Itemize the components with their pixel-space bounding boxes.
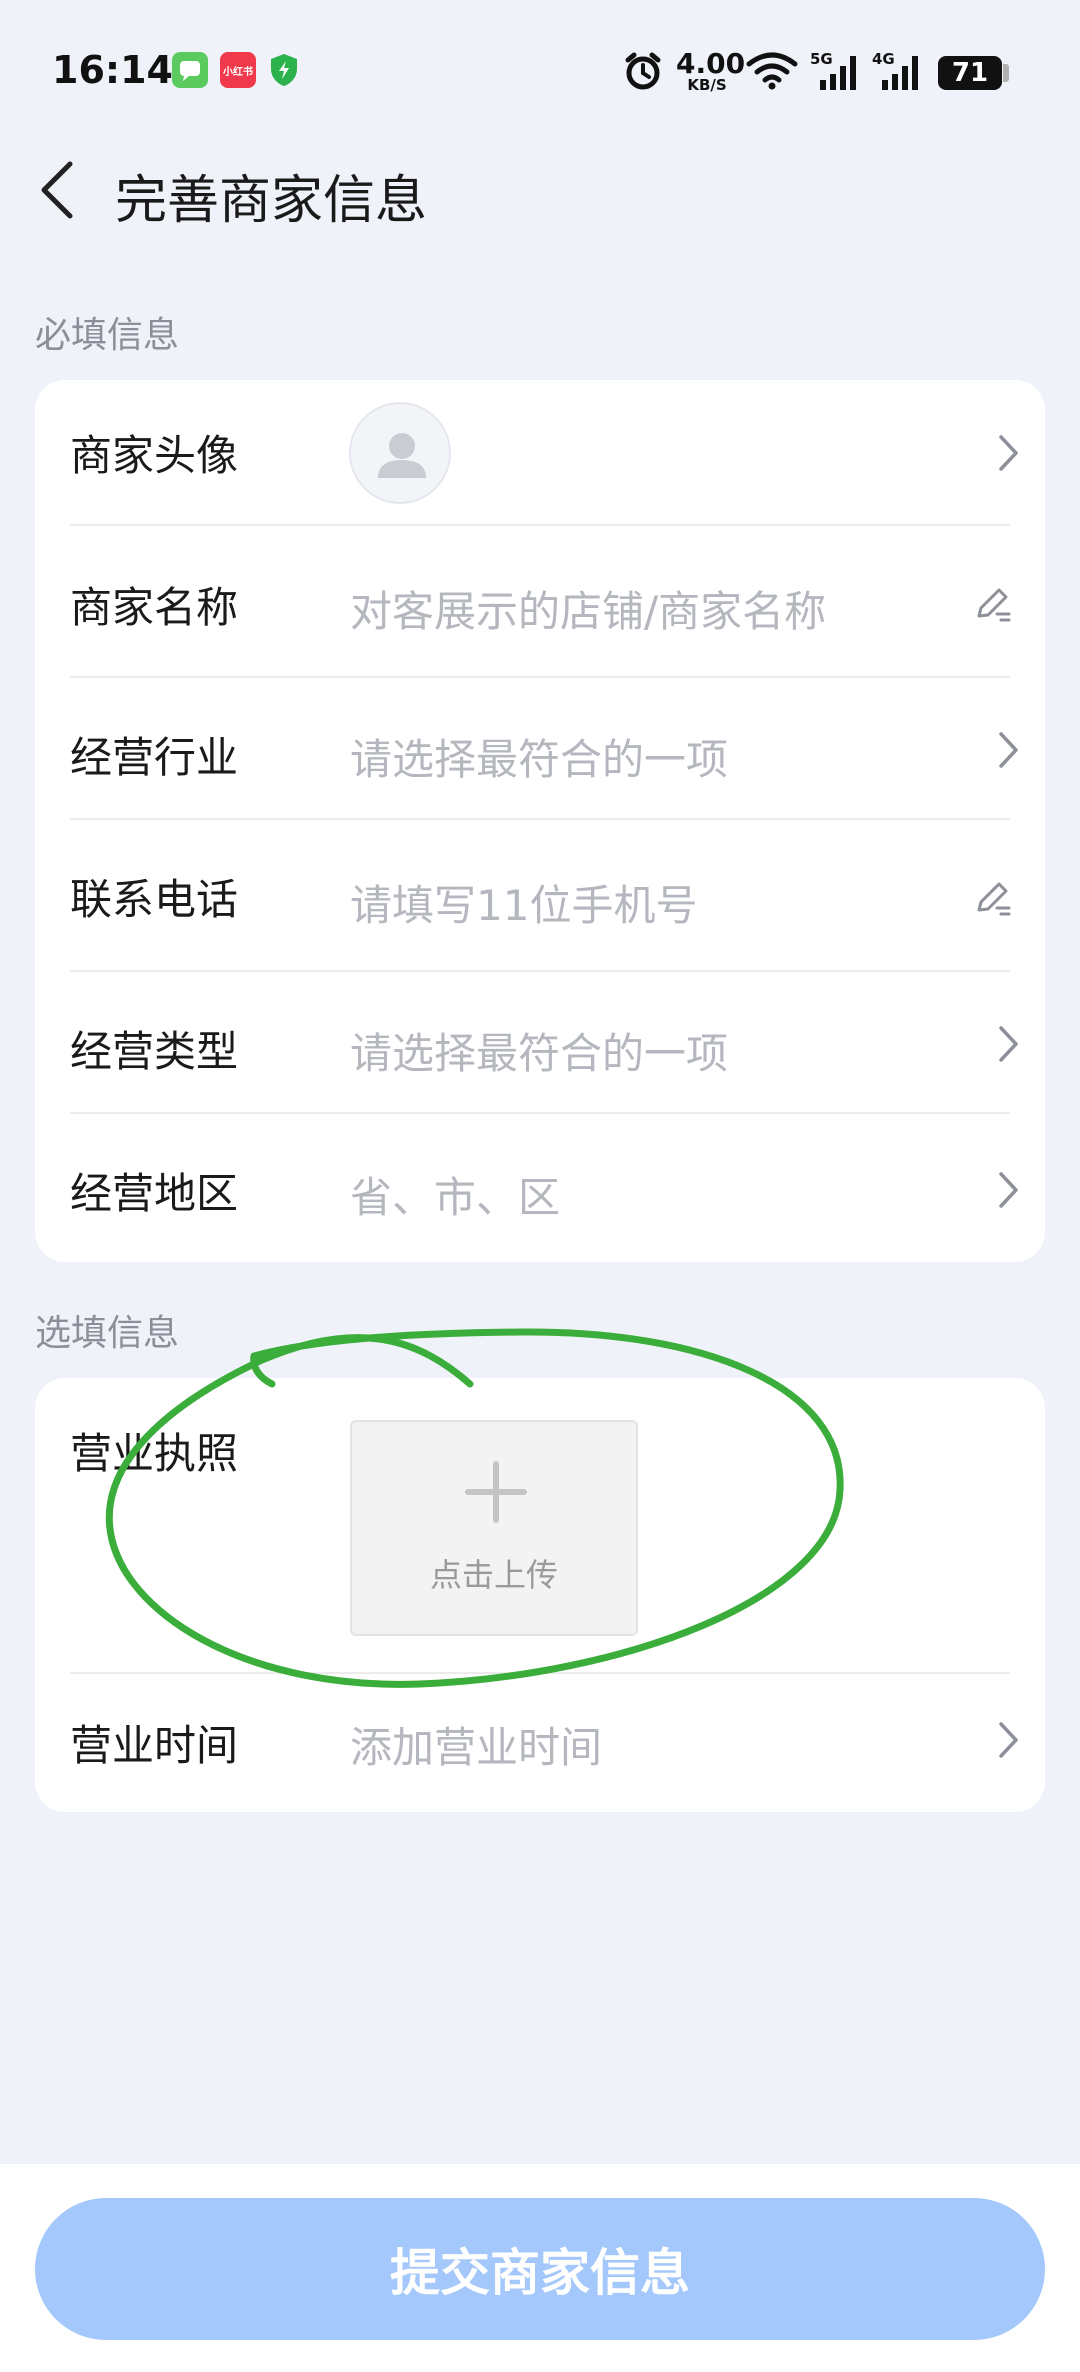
row-merchant-name[interactable]: 商家名称 对客展示的店铺/商家名称 [35, 526, 1045, 678]
business-type-select[interactable]: 请选择最符合的一项 [350, 1020, 728, 1081]
battery-icon: 71 [938, 56, 1002, 90]
chevron-left-icon [41, 161, 73, 219]
required-info-card: 商家头像 商家名称 对客展示的店铺/商家名称 经营行业 请选择最符合的一项 联系… [35, 380, 1045, 1262]
contact-phone-input[interactable]: 请填写11位手机号 [350, 872, 697, 933]
wifi-icon [746, 52, 798, 90]
messages-icon [172, 52, 208, 88]
battery-cap [1003, 64, 1009, 82]
row-business-hours[interactable]: 营业时间 添加营业时间 [35, 1674, 1045, 1812]
row-label: 联系电话 [70, 875, 239, 924]
back-button[interactable] [30, 150, 90, 230]
section-label-optional: 选填信息 [35, 1313, 180, 1354]
avatar-placeholder-icon [378, 433, 426, 478]
row-business-license: 营业执照 点击上传 [35, 1378, 1045, 1674]
business-hours-select[interactable]: 添加营业时间 [350, 1714, 602, 1775]
row-label: 经营地区 [70, 1169, 239, 1218]
row-label: 经营类型 [70, 1027, 239, 1076]
security-shield-icon [268, 52, 300, 88]
row-merchant-avatar[interactable]: 商家头像 [35, 380, 1045, 526]
svg-text:4G: 4G [872, 50, 895, 68]
industry-select[interactable]: 请选择最符合的一项 [350, 726, 728, 787]
section-label-required: 必填信息 [35, 315, 180, 356]
edit-pencil-icon[interactable] [971, 876, 1015, 920]
optional-info-card: 营业执照 点击上传 营业时间 添加营业时间 [35, 1378, 1045, 1812]
row-label: 经营行业 [70, 733, 239, 782]
status-time: 16:14 [52, 48, 173, 92]
avatar[interactable] [349, 402, 451, 504]
edit-pencil-icon[interactable] [971, 582, 1015, 626]
chevron-right-icon [999, 435, 1018, 471]
chevron-right-icon [999, 732, 1018, 768]
upload-label: 点击上传 [429, 1556, 558, 1594]
net-speed: 4.00 KB/S [676, 47, 746, 94]
cell-signal-4g-icon: 4G [872, 50, 922, 92]
row-label: 营业时间 [70, 1721, 239, 1770]
license-upload-button[interactable]: 点击上传 [350, 1420, 638, 1636]
submit-button[interactable]: 提交商家信息 [35, 2198, 1045, 2340]
cell-signal-5g-icon: 5G [810, 50, 860, 92]
chevron-right-icon [999, 1722, 1018, 1758]
row-label: 商家名称 [70, 583, 239, 632]
status-bar: 16:14 小红书 4.00 KB/S 5G 4G 71 [0, 0, 1080, 140]
svg-text:5G: 5G [810, 50, 833, 68]
row-business-region[interactable]: 经营地区 省、市、区 [35, 1114, 1045, 1262]
page-title: 完善商家信息 [115, 171, 428, 231]
chevron-right-icon [999, 1026, 1018, 1062]
row-contact-phone[interactable]: 联系电话 请填写11位手机号 [35, 820, 1045, 972]
alarm-icon [622, 50, 664, 92]
xiaohongshu-icon: 小红书 [220, 52, 256, 88]
chevron-right-icon [999, 1172, 1018, 1208]
bottom-bar: 提交商家信息 [0, 2164, 1080, 2372]
row-industry[interactable]: 经营行业 请选择最符合的一项 [35, 678, 1045, 820]
row-business-type[interactable]: 经营类型 请选择最符合的一项 [35, 972, 1045, 1114]
merchant-name-input[interactable]: 对客展示的店铺/商家名称 [350, 578, 826, 639]
row-label: 商家头像 [70, 431, 239, 480]
plus-icon [465, 1461, 527, 1523]
row-label: 营业执照 [70, 1429, 239, 1478]
region-select[interactable]: 省、市、区 [350, 1164, 560, 1225]
